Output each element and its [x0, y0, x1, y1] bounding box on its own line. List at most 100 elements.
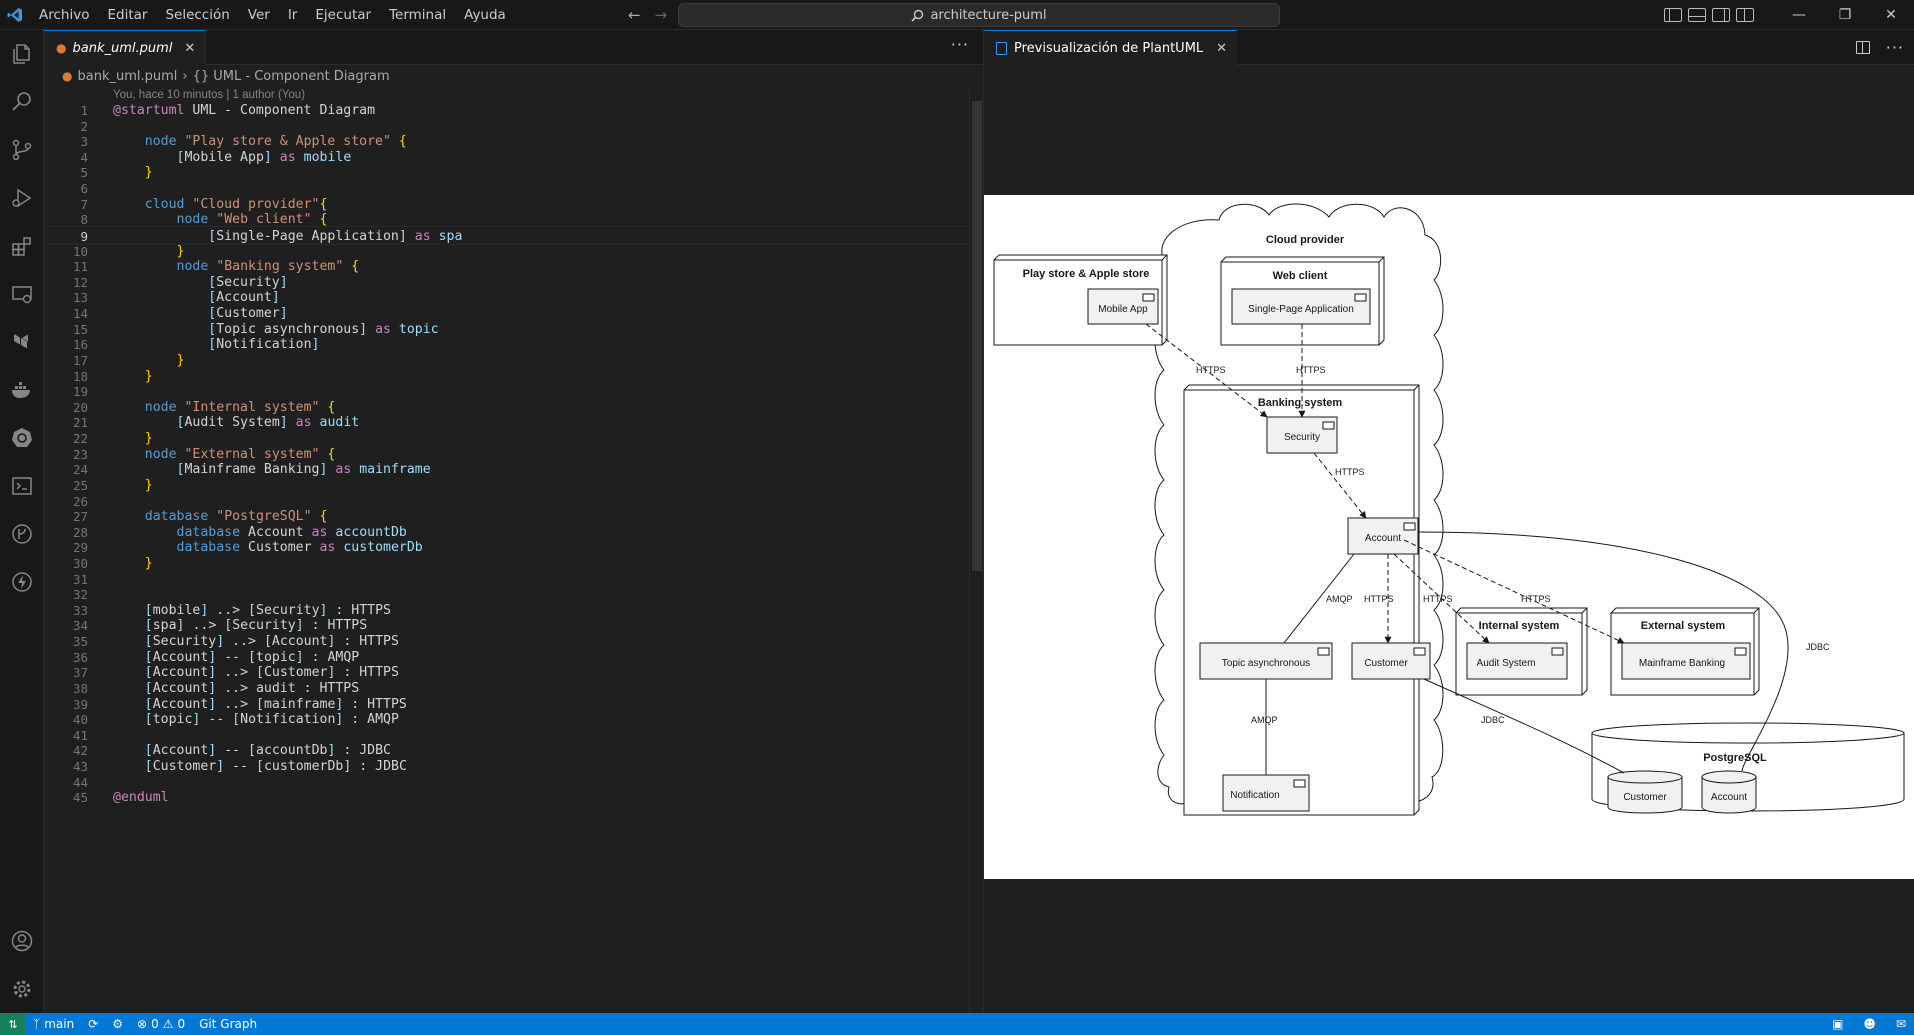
customize-layout-icon[interactable]: [1736, 8, 1754, 22]
more-actions-icon[interactable]: ···: [951, 30, 969, 65]
line-number: 45: [72, 790, 88, 806]
search-icon: [911, 9, 924, 22]
tab-label: bank_uml.puml: [72, 40, 173, 56]
remote-indicator-icon[interactable]: ⇅: [0, 1013, 26, 1035]
close-icon[interactable]: ✕: [1216, 41, 1227, 56]
edge-label: HTTPS: [1521, 594, 1551, 604]
activity-bar: [0, 30, 44, 1013]
line-content: @enduml: [113, 790, 169, 806]
thunder-icon[interactable]: [0, 558, 44, 606]
editor-scrollbar[interactable]: [969, 87, 983, 1013]
warning-icon: ⚠: [162, 1017, 174, 1031]
breadcrumb-symbol[interactable]: {} UML - Component Diagram: [193, 69, 390, 84]
component-spa: Single-Page Application: [1248, 304, 1354, 315]
activity-bar-bottom: [0, 917, 44, 1013]
edge-label: HTTPS: [1335, 467, 1365, 477]
sync-indicator[interactable]: ⟳: [81, 1013, 105, 1035]
menu-ver[interactable]: Ver: [239, 0, 279, 30]
restore-button[interactable]: ❐: [1822, 0, 1868, 30]
preview-tab-actions: ···: [1855, 30, 1904, 65]
scrollbar-thumb[interactable]: [972, 101, 982, 571]
source-control-icon[interactable]: [0, 126, 44, 174]
tab-bank-uml[interactable]: ● bank_uml.puml ✕: [44, 30, 207, 65]
menu-archivo[interactable]: Archivo: [30, 0, 98, 30]
navigation-arrows: ← →: [628, 0, 667, 30]
search-icon[interactable]: [0, 78, 44, 126]
preview-file-icon: [996, 41, 1007, 55]
menu-ayuda[interactable]: Ayuda: [455, 0, 515, 30]
git-graph-label: Git Graph: [199, 1017, 258, 1031]
error-icon: ⊗: [137, 1017, 148, 1031]
extensions-icon[interactable]: [0, 222, 44, 270]
edge-label: JDBC: [1806, 642, 1830, 652]
explorer-icon[interactable]: [0, 30, 44, 78]
toggle-primary-sidebar-icon[interactable]: [1664, 8, 1682, 22]
status-bar-right: ▣ ☻ ✉: [1832, 1013, 1906, 1035]
menu-ejecutar[interactable]: Ejecutar: [306, 0, 380, 30]
breadcrumb-file[interactable]: bank_uml.puml: [77, 69, 177, 84]
edge-label: AMQP: [1251, 715, 1278, 725]
database-postgresql: PostgreSQL Customer Account: [1591, 722, 1905, 814]
editor-tabs: ● bank_uml.puml ✕ ···: [44, 30, 983, 65]
node-label: Internal system: [1479, 620, 1560, 632]
remote-explorer-icon[interactable]: [0, 270, 44, 318]
accounts-icon[interactable]: [0, 917, 44, 965]
preview-tab-label: Previsualización de PlantUML: [1014, 40, 1204, 56]
problems-indicator[interactable]: ⊗ 0 ⚠ 0: [130, 1013, 192, 1035]
command-center-label: architecture-puml: [930, 7, 1047, 23]
terminal-icon[interactable]: [0, 462, 44, 510]
terraform-icon[interactable]: [0, 318, 44, 366]
run-debug-icon[interactable]: [0, 174, 44, 222]
back-arrow-icon[interactable]: ←: [628, 6, 641, 24]
preview-tabs: Previsualización de PlantUML ✕ ···: [984, 30, 1914, 65]
component-diagram-svg: Cloud provider Play store & Apple store …: [993, 203, 1905, 816]
codelens-blame[interactable]: You, hace 10 minutos | 1 author (You): [113, 89, 305, 101]
component-customer: Customer: [1364, 658, 1408, 669]
code-line[interactable]: 45 @enduml: [44, 788, 969, 807]
toggle-secondary-sidebar-icon[interactable]: [1712, 8, 1730, 22]
menu-ir[interactable]: Ir: [279, 0, 307, 30]
more-actions-icon[interactable]: ···: [1886, 38, 1904, 57]
edge-label: JDBC: [1481, 715, 1505, 725]
node-web-client: Web client Single-Page Application: [1220, 256, 1385, 346]
close-icon[interactable]: ✕: [184, 41, 195, 56]
toggle-panel-icon[interactable]: [1688, 8, 1706, 22]
branch-icon: ᛉ: [33, 1017, 41, 1031]
tab-plantuml-preview[interactable]: Previsualización de PlantUML ✕: [984, 30, 1238, 65]
menu-seleccion[interactable]: Selección: [156, 0, 238, 30]
component-notification: Notification: [1230, 790, 1279, 801]
git-graph-button[interactable]: Git Graph: [192, 1013, 264, 1035]
feedback-icon[interactable]: ☻: [1863, 1017, 1876, 1031]
settings-gear-icon[interactable]: [0, 965, 44, 1013]
node-label: Play store & Apple store: [1023, 268, 1150, 280]
node-external-system: External system Mainframe Banking: [1610, 607, 1760, 696]
component-topic: Topic asynchronous: [1222, 658, 1310, 669]
code-editor[interactable]: You, hace 10 minutos | 1 author (You) 1 @…: [44, 87, 983, 1013]
gitlens-icon[interactable]: [0, 510, 44, 558]
node-label: Web client: [1273, 270, 1328, 282]
forward-arrow-icon[interactable]: →: [655, 6, 668, 24]
component-mainframe: Mainframe Banking: [1639, 658, 1725, 669]
menu-bar: Archivo Editar Selección Ver Ir Ejecutar…: [30, 0, 515, 30]
minimize-button[interactable]: —: [1776, 0, 1822, 30]
branch-indicator[interactable]: ᛉ main: [26, 1013, 81, 1035]
breadcrumb-separator-icon: ›: [182, 68, 188, 84]
warning-count: 0: [177, 1017, 186, 1031]
kubernetes-icon[interactable]: [0, 414, 44, 462]
command-center-search[interactable]: architecture-puml: [678, 3, 1280, 27]
docker-icon[interactable]: [0, 366, 44, 414]
split-editor-icon[interactable]: [1855, 41, 1870, 54]
publish-indicator[interactable]: ⚙: [105, 1013, 130, 1035]
cloud-label: Cloud provider: [1266, 234, 1345, 246]
component-account: Account: [1365, 533, 1401, 544]
plantuml-diagram: Cloud provider Play store & Apple store …: [984, 195, 1914, 879]
title-bar-controls: — ❐ ✕: [1661, 0, 1914, 30]
close-window-button[interactable]: ✕: [1868, 0, 1914, 30]
menu-editar[interactable]: Editar: [98, 0, 156, 30]
menu-terminal[interactable]: Terminal: [380, 0, 455, 30]
database-account: Account: [1711, 792, 1747, 803]
component-mobile-app: Mobile App: [1098, 304, 1148, 315]
layout-icon[interactable]: ▣: [1832, 1017, 1843, 1031]
notifications-bell-icon[interactable]: ✉: [1896, 1017, 1906, 1031]
git-compare-icon: ⚙: [112, 1017, 124, 1031]
